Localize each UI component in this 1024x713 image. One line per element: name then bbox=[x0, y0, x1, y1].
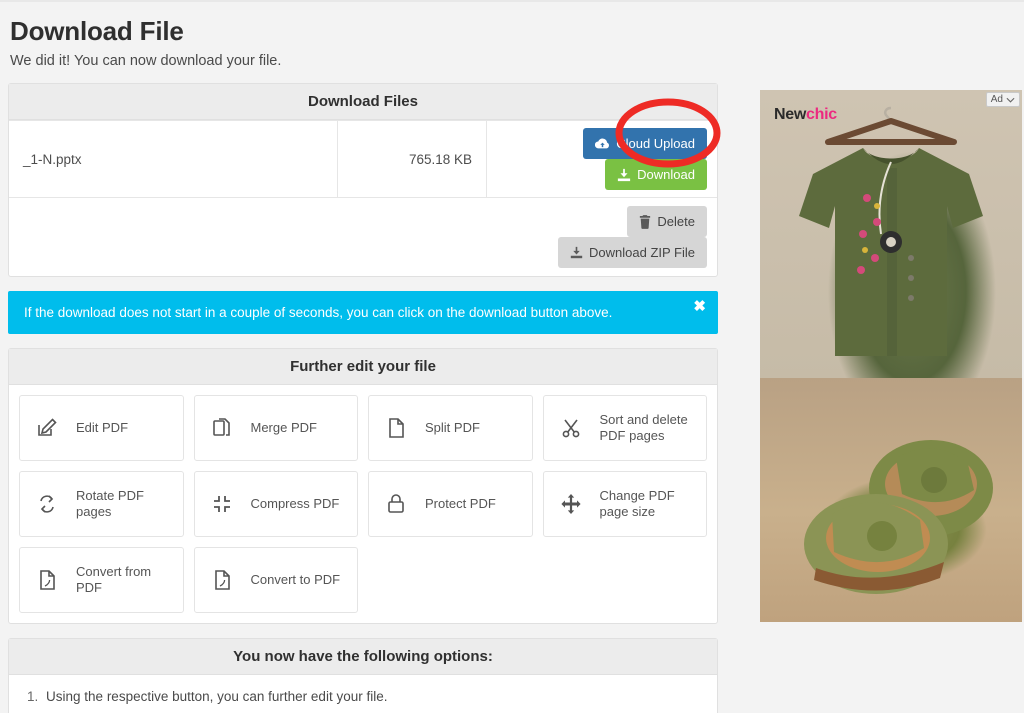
ad-label[interactable]: Ad bbox=[985, 92, 1020, 107]
trash-icon bbox=[639, 214, 651, 229]
scissors-icon bbox=[556, 416, 586, 440]
tile-label: Sort and delete PDF pages bbox=[599, 411, 688, 443]
download-icon bbox=[617, 168, 631, 182]
compress-icon bbox=[207, 492, 237, 516]
empty-cell-1 bbox=[9, 197, 338, 276]
arrows-move-icon bbox=[556, 492, 586, 516]
ad-image-bottom[interactable] bbox=[760, 378, 1022, 622]
cloud-upload-button[interactable]: Cloud Upload bbox=[583, 128, 707, 159]
options-heading: You now have the following options: bbox=[9, 639, 717, 675]
tile-protect-pdf[interactable]: Protect PDF bbox=[368, 471, 533, 537]
lock-icon bbox=[381, 492, 411, 516]
page-icon bbox=[381, 416, 411, 440]
download-info-banner: If the download does not start in a coup… bbox=[8, 291, 718, 334]
further-edit-heading: Further edit your file bbox=[9, 349, 717, 385]
banner-close-icon[interactable]: ✖ bbox=[693, 299, 706, 314]
cloud-upload-label: Cloud Upload bbox=[616, 136, 695, 151]
chevron-down-icon bbox=[1006, 97, 1015, 103]
blouse-graphic bbox=[799, 148, 983, 356]
file-name-cell: _1-N.pptx bbox=[9, 120, 338, 198]
ad-brand-logo: Newchic bbox=[774, 106, 837, 124]
tile-convert-from-pdf[interactable]: Convert from PDF bbox=[19, 547, 184, 613]
download-files-panel: Download Files _1-N.pptx 765.18 KB Cloud… bbox=[8, 83, 718, 277]
tile-split-pdf[interactable]: Split PDF bbox=[368, 395, 533, 461]
download-zip-label: Download ZIP File bbox=[589, 245, 695, 260]
download-label: Download bbox=[637, 167, 695, 182]
tile-compress-pdf[interactable]: Compress PDF bbox=[193, 471, 358, 537]
pdf-file-icon bbox=[32, 568, 62, 592]
tile-label: Change PDF page size bbox=[599, 487, 675, 519]
download-zip-button[interactable]: Download ZIP File bbox=[558, 237, 707, 268]
page-subtitle: We did it! You can now download your fil… bbox=[10, 53, 282, 69]
table-row-bulk-actions: Delete Download ZIP File bbox=[9, 197, 717, 276]
ad-brand-first: New bbox=[774, 106, 806, 123]
download-files-table: _1-N.pptx 765.18 KB Cloud Upload Downloa… bbox=[9, 120, 717, 276]
tile-rotate-pdf-pages[interactable]: Rotate PDF pages bbox=[19, 471, 184, 537]
tile-label: Merge PDF bbox=[250, 419, 317, 435]
options-panel: You now have the following options: 1. U… bbox=[8, 638, 718, 713]
ad-image-top[interactable]: Newchic Ad bbox=[760, 90, 1022, 378]
download-files-heading: Download Files bbox=[9, 84, 717, 120]
ad-label-text: Ad bbox=[990, 94, 1003, 105]
copy-pages-icon bbox=[207, 416, 237, 440]
main-content: Download File We did it! You can now dow… bbox=[0, 2, 726, 713]
tile-sort-delete-pdf-pages[interactable]: Sort and delete PDF pages bbox=[542, 395, 707, 461]
sandals-graphic bbox=[804, 440, 993, 594]
pdf-file-icon bbox=[207, 568, 237, 592]
download-zip-icon bbox=[570, 246, 583, 259]
page-root: Download File We did it! You can now dow… bbox=[0, 2, 1024, 713]
tile-merge-pdf[interactable]: Merge PDF bbox=[193, 395, 358, 461]
tile-change-pdf-page-size[interactable]: Change PDF page size bbox=[542, 471, 707, 537]
further-edit-grid: Edit PDF Merge PDF Split PDF Sort and de… bbox=[9, 385, 717, 623]
options-list: 1. Using the respective button, you can … bbox=[9, 675, 717, 713]
delete-button[interactable]: Delete bbox=[627, 206, 707, 237]
tile-label: Edit PDF bbox=[76, 419, 129, 435]
tile-label: Rotate PDF pages bbox=[76, 487, 144, 519]
tile-label: Convert from PDF bbox=[76, 563, 152, 595]
cloud-upload-icon bbox=[595, 138, 610, 150]
empty-cell-2 bbox=[337, 197, 487, 276]
option-number: 1. bbox=[27, 689, 39, 704]
tile-label: Compress PDF bbox=[250, 495, 340, 511]
banner-text: If the download does not start in a coup… bbox=[24, 305, 613, 320]
tile-label: Protect PDF bbox=[425, 495, 496, 511]
delete-label: Delete bbox=[657, 214, 695, 229]
option-text: Using the respective button, you can fur… bbox=[46, 689, 388, 704]
pencil-square-icon bbox=[32, 416, 62, 440]
further-edit-panel: Further edit your file Edit PDF Merge PD… bbox=[8, 348, 718, 624]
tile-edit-pdf[interactable]: Edit PDF bbox=[19, 395, 184, 461]
download-button[interactable]: Download bbox=[605, 159, 707, 190]
file-actions-cell: Cloud Upload Download bbox=[486, 120, 717, 198]
rotate-icon bbox=[32, 492, 62, 516]
table-row: _1-N.pptx 765.18 KB Cloud Upload Downloa… bbox=[9, 120, 717, 198]
bulk-actions-cell: Delete Download ZIP File bbox=[486, 197, 717, 276]
tile-label: Convert to PDF bbox=[250, 571, 341, 587]
tile-convert-to-pdf[interactable]: Convert to PDF bbox=[193, 547, 358, 613]
list-item: 1. Using the respective button, you can … bbox=[27, 689, 699, 704]
tile-label: Split PDF bbox=[425, 419, 480, 435]
ad-brand-second: chic bbox=[806, 106, 837, 123]
advertisement-panel[interactable]: Newchic Ad bbox=[760, 90, 1022, 622]
file-size-cell: 765.18 KB bbox=[337, 120, 487, 198]
page-title: Download File bbox=[10, 16, 184, 46]
